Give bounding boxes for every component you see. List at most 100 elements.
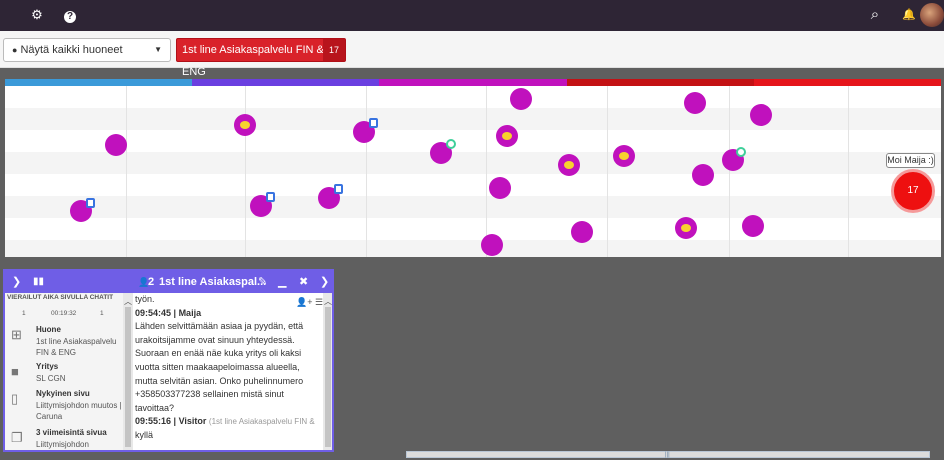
visitor-map: Moi Maija :) 17 [5,79,941,257]
info-label: Huone [36,325,61,334]
pages-icon: ❐ [11,430,23,445]
map-row [5,86,941,108]
top-navigation-bar: ⚙ ? ⌕ 🔔 [0,0,944,31]
room-select[interactable]: ● Näytä kaikki huoneet ▼ [3,38,171,62]
grid-line [245,86,246,257]
info-scrollbar[interactable]: ︿ [123,293,133,450]
chevron-up-icon[interactable]: ︿ [324,296,332,307]
grid-line [607,86,608,257]
visitor-dot[interactable] [510,88,532,110]
visitor-dot[interactable] [675,217,697,239]
chat-status-icon [446,139,456,149]
queue-button[interactable]: 1st line Asiakaspalvelu FIN & ENG 17 [176,38,346,78]
message-text: Lähden selvittämään asiaa ja pyydän, ett… [135,321,304,413]
edit-icon[interactable]: ✎ [258,274,267,290]
message-room: (1st line Asiakaspalvelu FIN & [208,417,315,427]
menu-icon[interactable]: ☰ [315,297,323,307]
search-icon[interactable]: ⌕ [867,7,883,23]
scroll-grip-icon[interactable]: ||| [665,452,670,458]
map-row [5,130,941,152]
map-row [5,240,941,257]
message-scrollbar[interactable]: ︿ [323,293,332,450]
visitor-dot[interactable] [742,215,764,237]
message-author: Visitor [178,416,207,427]
grid-line [486,86,487,257]
grid-line [848,86,849,257]
chat-status-icon [334,184,343,194]
map-row [5,152,941,174]
expand-chevron-icon[interactable]: ❯ [12,274,21,290]
room-select-value: Näytä kaikki huoneet [20,44,123,56]
message-text: kyllä [135,429,154,440]
time-bar-segment [754,79,941,86]
grid-line [366,86,367,257]
queue-count-badge: 17 [323,39,345,61]
scroll-thumb[interactable] [325,307,331,447]
info-label: Yritys [36,362,59,371]
time-bar-segment [192,79,379,86]
stats-header-time: AIKA SIVULLA [42,294,88,301]
minimize-icon[interactable]: ▁ [278,274,286,290]
visitor-dot[interactable] [234,114,256,136]
scroll-thumb[interactable] [125,307,131,447]
info-value[interactable]: Liittymisjohdon muutos | Caruna [36,400,123,422]
message-text: työn. [135,294,155,304]
visitor-dot[interactable] [489,177,511,199]
bell-icon[interactable]: 🔔 [901,7,917,23]
active-visitor-dot[interactable]: 17 [891,169,935,213]
chevron-up-icon[interactable]: ︿ [124,296,132,307]
avatar[interactable] [920,3,944,27]
next-chevron-icon[interactable]: ❯ [320,274,329,290]
grid-line [729,86,730,257]
chat-status-icon [369,118,378,128]
gear-icon[interactable]: ⚙ [29,7,45,23]
active-chat-tooltip: Moi Maija :) [886,153,935,168]
map-row [5,218,941,240]
document-icon: ▯ [11,391,19,406]
message-list: työn. 09:54:45 | Maija Lähden selvittämä… [134,293,322,450]
stats-chart-icon[interactable]: ▮▮ [33,274,44,290]
visitor-dot[interactable] [684,92,706,114]
info-value: 1st line Asiakaspalvelu FIN & ENG [36,337,117,357]
globe-icon: ● [12,45,18,55]
grid-line [126,86,127,257]
info-value: SL CGN [36,374,66,383]
horizontal-scrollbar[interactable]: ||| [406,451,930,458]
info-value[interactable]: Liittymisjohdon [36,439,123,450]
time-bar-segment [5,79,192,86]
message-meta: 09:55:16 | Visitor (1st line Asiakaspalv… [134,415,322,429]
map-row [5,174,941,196]
visitor-dot[interactable] [496,125,518,147]
map-row [5,108,941,130]
visitor-dot[interactable] [481,234,503,256]
participant-count: 2 [148,276,155,288]
visitor-dot[interactable] [613,145,635,167]
stat-visits: 1 [22,310,26,317]
stats-header-visits: VIERAILUT [7,294,42,301]
time-bar-segment [379,79,567,86]
visitor-dot[interactable] [558,154,580,176]
visitor-dot[interactable] [105,134,127,156]
close-icon[interactable]: ✖ [299,274,308,290]
message-tools: 👤+ ☰ [296,297,323,308]
chat-header: ❯ ▮▮ 👤 2 1st line Asiakaspal... ✎ ▁ ✖ ❯ [5,271,332,293]
visitor-dot[interactable] [750,104,772,126]
filter-toolbar: ● Näytä kaikki huoneet ▼ 1st line Asiakas… [0,31,944,78]
chevron-down-icon: ▼ [154,45,162,54]
stat-time: 00:19:32 [51,310,77,317]
visitor-dot[interactable] [571,221,593,243]
briefcase-icon: ■ [11,364,19,379]
message-meta: 09:54:45 | Maija [134,307,322,321]
help-icon[interactable]: ? [62,7,78,23]
stats-headers: VIERAILUT AIKA SIVULLA CHATIT [7,294,113,301]
stats-header-chats: CHATIT [89,294,114,301]
map-row [5,196,941,218]
chat-status-icon [266,192,275,202]
stat-chats: 1 [100,310,104,317]
visitor-dot[interactable] [692,164,714,186]
queue-label: 1st line Asiakaspalvelu FIN & ENG [182,44,324,78]
add-user-icon[interactable]: 👤+ [296,297,312,307]
info-label: 3 viimeisintä sivua [36,428,107,437]
time-bar-segment [567,79,754,86]
chat-status-icon [736,147,746,157]
